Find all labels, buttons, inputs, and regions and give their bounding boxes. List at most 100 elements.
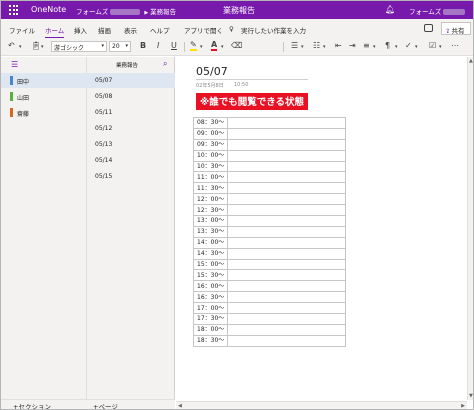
time-cell[interactable]: 09：00～ <box>192 127 229 140</box>
font-color-icon[interactable]: A <box>211 41 218 51</box>
scroll-right-icon[interactable]: ▶ <box>461 403 465 409</box>
add-page-button[interactable]: +ページ <box>93 401 118 409</box>
page-item[interactable]: 05/12 <box>87 121 175 136</box>
chevron-down-icon[interactable]: ▾ <box>323 44 326 50</box>
content-cell[interactable] <box>227 149 347 162</box>
time-cell[interactable]: 14：00～ <box>192 236 229 249</box>
content-cell[interactable] <box>227 138 347 151</box>
chevron-down-icon[interactable]: ▾ <box>19 44 22 50</box>
highlighter-icon[interactable]: ✎ <box>190 41 197 51</box>
app-launcher-icon[interactable] <box>9 5 19 15</box>
font-size-select[interactable]: 20 ▾ <box>109 41 131 52</box>
time-cell[interactable]: 14：30～ <box>192 247 229 260</box>
time-cell[interactable]: 13：00～ <box>192 215 229 227</box>
time-cell[interactable]: 16：00～ <box>192 280 229 293</box>
time-cell[interactable]: 12：00～ <box>192 193 229 206</box>
time-cell[interactable]: 18：00～ <box>192 323 229 336</box>
section-item-tanaka[interactable]: 田中 <box>1 73 87 88</box>
content-cell[interactable] <box>227 204 347 217</box>
content-cell[interactable] <box>227 215 347 227</box>
font-name-select[interactable]: 游ゴシック ▾ <box>51 41 107 52</box>
page-item[interactable]: 05/13 <box>87 137 175 152</box>
page-item[interactable]: 05/08 <box>87 89 175 104</box>
time-cell[interactable]: 18：30～ <box>192 334 229 347</box>
content-cell[interactable] <box>227 160 347 173</box>
time-cell[interactable]: 08：30～ <box>192 117 229 129</box>
outdent-icon[interactable]: ⇤ <box>335 41 342 50</box>
time-cell[interactable]: 10：00～ <box>192 149 229 162</box>
time-cell[interactable]: 09：30～ <box>192 138 229 151</box>
scroll-up-icon[interactable]: ▲ <box>469 58 473 64</box>
hamburger-icon[interactable]: ☰ <box>11 60 18 69</box>
bell-icon[interactable]: 🔔︎ <box>385 5 395 14</box>
indent-icon[interactable]: ⇥ <box>349 41 356 50</box>
undo-icon[interactable]: ↶ <box>8 41 15 50</box>
chevron-down-icon[interactable]: ▾ <box>373 44 376 50</box>
content-cell[interactable] <box>227 334 347 347</box>
clipboard-icon[interactable]: 📋︎ <box>31 41 41 50</box>
time-cell[interactable]: 11：30～ <box>192 182 229 195</box>
tab-file[interactable]: ファイル <box>9 25 35 35</box>
page-title[interactable]: 05/07 <box>196 65 228 78</box>
breadcrumb-notebook[interactable]: 業務報告 <box>150 8 176 16</box>
chevron-down-icon[interactable]: ▾ <box>200 44 203 50</box>
content-cell[interactable] <box>227 236 347 249</box>
page-canvas[interactable]: 05/07 02年5月8日 10:50 ※誰でも閲覧できる状態 08：30～ 09… <box>176 57 467 400</box>
time-cell[interactable]: 17：30～ <box>192 313 229 325</box>
tab-home[interactable]: ホーム <box>45 25 65 39</box>
page-item[interactable]: 05/07 <box>87 73 175 88</box>
tell-me-search[interactable]: 実行したい作業を入力 <box>241 25 306 35</box>
tab-open-in-app[interactable]: アプリで開く <box>184 25 223 35</box>
chevron-down-icon[interactable]: ▾ <box>395 44 398 50</box>
page-item[interactable]: 05/11 <box>87 105 175 120</box>
tab-view[interactable]: 表示 <box>124 25 137 35</box>
content-cell[interactable] <box>227 225 347 238</box>
share-button[interactable]: ⇪共有 <box>441 22 471 35</box>
time-cell[interactable]: 15：00～ <box>192 258 229 271</box>
italic-button[interactable]: I <box>157 41 159 50</box>
content-cell[interactable] <box>227 182 347 195</box>
content-cell[interactable] <box>227 258 347 271</box>
page-item[interactable]: 05/15 <box>87 169 175 184</box>
bold-button[interactable]: B <box>140 41 146 50</box>
content-cell[interactable] <box>227 247 347 260</box>
tag-icon[interactable]: ☑ <box>429 41 436 50</box>
section-item-yamada[interactable]: 山田 <box>1 89 87 104</box>
tab-help[interactable]: ヘルプ <box>150 25 170 35</box>
align-icon[interactable]: ≡ <box>363 41 370 50</box>
note-banner[interactable]: ※誰でも閲覧できる状態 <box>196 93 309 110</box>
more-options-icon[interactable]: ⋯ <box>451 41 459 50</box>
content-cell[interactable] <box>227 269 347 282</box>
chevron-down-icon[interactable]: ▾ <box>439 44 442 50</box>
content-cell[interactable] <box>227 127 347 140</box>
chevron-down-icon[interactable]: ▾ <box>221 44 224 50</box>
vertical-scrollbar[interactable]: ▲ ▼ <box>467 57 473 400</box>
content-cell[interactable] <box>227 302 347 315</box>
section-item-saito[interactable]: 齋藤 <box>1 105 87 120</box>
content-cell[interactable] <box>227 291 347 304</box>
content-cell[interactable] <box>227 323 347 336</box>
clear-formatting-icon[interactable]: ⌫ <box>231 41 242 50</box>
user-account[interactable]: フォームズ <box>409 6 466 16</box>
scroll-left-icon[interactable]: ◀ <box>178 403 182 409</box>
search-icon[interactable]: ⌕ <box>163 59 167 69</box>
numbering-icon[interactable]: ☷ <box>313 41 320 50</box>
scroll-down-icon[interactable]: ▼ <box>469 393 473 399</box>
horizontal-scrollbar[interactable]: ◀ ▶ <box>176 401 467 409</box>
content-cell[interactable] <box>227 193 347 206</box>
time-cell[interactable]: 10：30～ <box>192 160 229 173</box>
chevron-down-icon[interactable]: ▾ <box>415 44 418 50</box>
page-item[interactable]: 05/14 <box>87 153 175 168</box>
breadcrumb[interactable]: フォームズ ▶ 業務報告 <box>76 6 176 16</box>
time-cell[interactable]: 11：00～ <box>192 171 229 184</box>
underline-button[interactable]: U <box>171 41 177 50</box>
add-section-button[interactable]: +セクション <box>13 401 51 409</box>
chevron-down-icon[interactable]: ▾ <box>41 44 44 50</box>
time-cell[interactable]: 15：30～ <box>192 269 229 282</box>
comment-icon[interactable] <box>424 24 433 32</box>
styles-icon[interactable]: ¶ <box>385 41 390 50</box>
content-cell[interactable] <box>227 313 347 325</box>
schedule-table[interactable]: 08：30～ 09：00～ 09：30～ 10：00～ 10：30～ 11：00～ 11：3… <box>192 117 347 347</box>
tab-draw[interactable]: 描画 <box>98 25 111 35</box>
bullets-icon[interactable]: ☰ <box>291 41 298 50</box>
